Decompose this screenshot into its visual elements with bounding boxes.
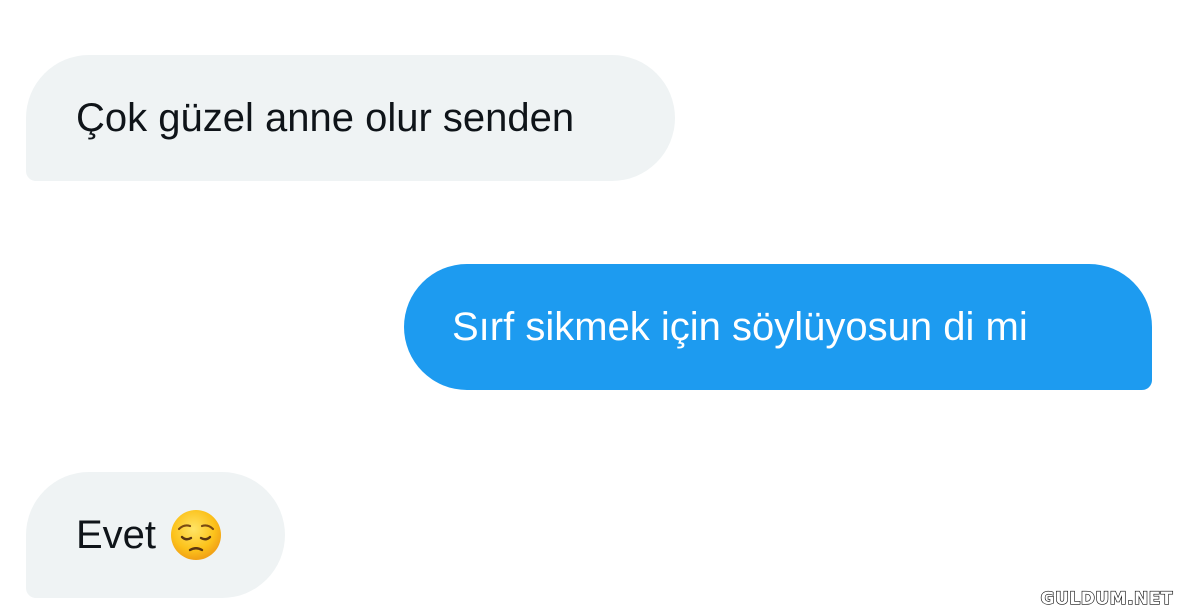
message-text: Sırf sikmek için söylüyosun di mi [452,305,1028,349]
pensive-face-icon [170,509,222,561]
chat-screenshot: Çok güzel anne olur senden Sırf sikmek i… [0,0,1179,611]
watermark-logo: GULDUM.NET [1040,588,1173,609]
received-message-bubble[interactable]: Evet [26,472,285,598]
message-text: Evet [76,513,157,557]
message-text: Çok güzel anne olur senden [76,96,575,140]
sent-message-bubble[interactable]: Sırf sikmek için söylüyosun di mi [404,264,1152,390]
received-message-bubble[interactable]: Çok güzel anne olur senden [26,55,675,181]
